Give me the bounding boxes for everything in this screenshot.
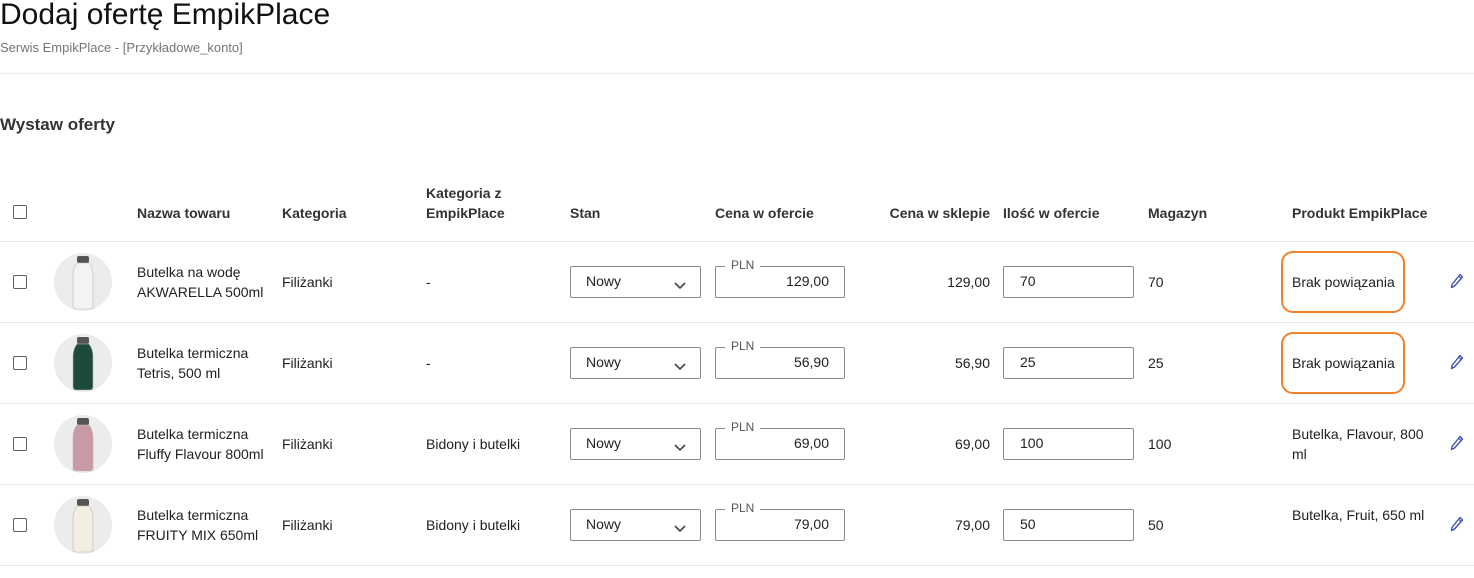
- offer-price-input[interactable]: PLN 69,00: [715, 420, 845, 460]
- quantity-value: 100: [1020, 435, 1044, 451]
- row-checkbox[interactable]: [13, 437, 27, 451]
- pencil-icon[interactable]: [1450, 273, 1464, 294]
- warehouse-stock: 50: [1148, 517, 1164, 533]
- quantity-input[interactable]: 70: [1003, 266, 1134, 298]
- currency-label: PLN: [725, 258, 761, 272]
- empik-product: Brak powiązania: [1292, 274, 1395, 290]
- empik-product: Butelka, Flavour, 800 ml: [1292, 426, 1424, 462]
- warehouse-stock: 70: [1148, 274, 1164, 290]
- offer-price-input[interactable]: PLN 56,90: [715, 339, 845, 379]
- offer-price-value: 56,90: [793, 354, 829, 370]
- store-price: 56,90: [954, 355, 990, 371]
- offer-price-value: 79,00: [793, 516, 829, 532]
- chevron-down-icon: [674, 358, 686, 376]
- header-offer-quantity[interactable]: Ilość w ofercie: [1003, 203, 1099, 223]
- table-row: Butelka termiczna Tetris, 500 ml Filiżank…: [0, 323, 1474, 404]
- section-title: Wystaw oferty: [0, 115, 115, 134]
- product-name: Butelka na wodę AKWARELLA 500ml: [137, 264, 264, 300]
- currency-label: PLN: [725, 420, 761, 434]
- product-thumbnail: [54, 253, 112, 311]
- condition-value: Nowy: [586, 354, 622, 370]
- select-all-checkbox[interactable]: [13, 205, 27, 219]
- empik-category: Bidony i butelki: [426, 436, 521, 452]
- empik-category: -: [426, 355, 431, 371]
- condition-select[interactable]: Nowy: [570, 509, 701, 541]
- offer-price-value: 129,00: [786, 273, 829, 289]
- condition-select[interactable]: Nowy: [570, 347, 701, 379]
- offer-price-value: 69,00: [793, 435, 829, 451]
- quantity-value: 70: [1020, 273, 1036, 289]
- store-price: 129,00: [947, 274, 990, 290]
- product-category: Filiżanki: [282, 517, 333, 533]
- store-price: 79,00: [954, 517, 990, 533]
- product-thumbnail: [54, 415, 112, 473]
- product-category: Filiżanki: [282, 436, 333, 452]
- table-row: Butelka termiczna FRUITY MIX 650ml Filiża…: [0, 485, 1474, 566]
- header-store-price[interactable]: Cena w sklepie: [890, 203, 990, 223]
- empik-category: -: [426, 274, 431, 290]
- table-row: Butelka termiczna Fluffy Flavour 800ml Fi…: [0, 404, 1474, 485]
- chevron-down-icon: [674, 520, 686, 538]
- condition-value: Nowy: [586, 516, 622, 532]
- condition-value: Nowy: [586, 273, 622, 289]
- pencil-icon[interactable]: [1450, 354, 1464, 375]
- table-row: Butelka na wodę AKWARELLA 500ml Filiżanki…: [0, 242, 1474, 323]
- condition-select[interactable]: Nowy: [570, 428, 701, 460]
- table-header: Nazwa towaru Kategoria Kategoria z Empik…: [0, 172, 1474, 242]
- pencil-icon[interactable]: [1450, 435, 1464, 456]
- row-checkbox[interactable]: [13, 518, 27, 532]
- quantity-value: 50: [1020, 516, 1036, 532]
- row-checkbox[interactable]: [13, 356, 27, 370]
- condition-select[interactable]: Nowy: [570, 266, 701, 298]
- product-name: Butelka termiczna Tetris, 500 ml: [137, 345, 249, 381]
- page-title: Dodaj ofertę EmpikPlace: [0, 0, 331, 31]
- product-category: Filiżanki: [282, 355, 333, 371]
- header-name[interactable]: Nazwa towaru: [137, 203, 230, 223]
- header-empik-product[interactable]: Produkt EmpikPlace: [1292, 203, 1427, 223]
- condition-value: Nowy: [586, 435, 622, 451]
- offer-price-input[interactable]: PLN 79,00: [715, 501, 845, 541]
- product-name: Butelka termiczna Fluffy Flavour 800ml: [137, 426, 264, 462]
- pencil-icon[interactable]: [1450, 516, 1464, 537]
- warehouse-stock: 100: [1148, 436, 1172, 452]
- empik-product: Butelka, Fruit, 650 ml: [1292, 507, 1425, 523]
- row-checkbox[interactable]: [13, 275, 27, 289]
- quantity-value: 25: [1020, 354, 1036, 370]
- chevron-down-icon: [674, 277, 686, 295]
- quantity-input[interactable]: 25: [1003, 347, 1134, 379]
- empik-product: Brak powiązania: [1292, 355, 1395, 371]
- page-subtitle: Serwis EmpikPlace - [Przykładowe_konto]: [0, 40, 243, 55]
- offer-price-input[interactable]: PLN 129,00: [715, 258, 845, 298]
- quantity-input[interactable]: 50: [1003, 509, 1134, 541]
- header-empik-category[interactable]: Kategoria z EmpikPlace: [426, 183, 526, 223]
- empik-category: Bidony i butelki: [426, 517, 521, 533]
- warehouse-stock: 25: [1148, 355, 1164, 371]
- product-thumbnail: [54, 496, 112, 554]
- quantity-input[interactable]: 100: [1003, 428, 1134, 460]
- header-offer-price[interactable]: Cena w ofercie: [715, 203, 814, 223]
- header-warehouse[interactable]: Magazyn: [1148, 203, 1207, 223]
- currency-label: PLN: [725, 339, 761, 353]
- header-condition[interactable]: Stan: [570, 203, 600, 223]
- currency-label: PLN: [725, 501, 761, 515]
- product-category: Filiżanki: [282, 274, 333, 290]
- product-thumbnail: [54, 334, 112, 392]
- chevron-down-icon: [674, 439, 686, 457]
- store-price: 69,00: [954, 436, 990, 452]
- product-name: Butelka termiczna FRUITY MIX 650ml: [137, 507, 259, 543]
- header-divider: [0, 73, 1474, 74]
- header-category[interactable]: Kategoria: [282, 203, 347, 223]
